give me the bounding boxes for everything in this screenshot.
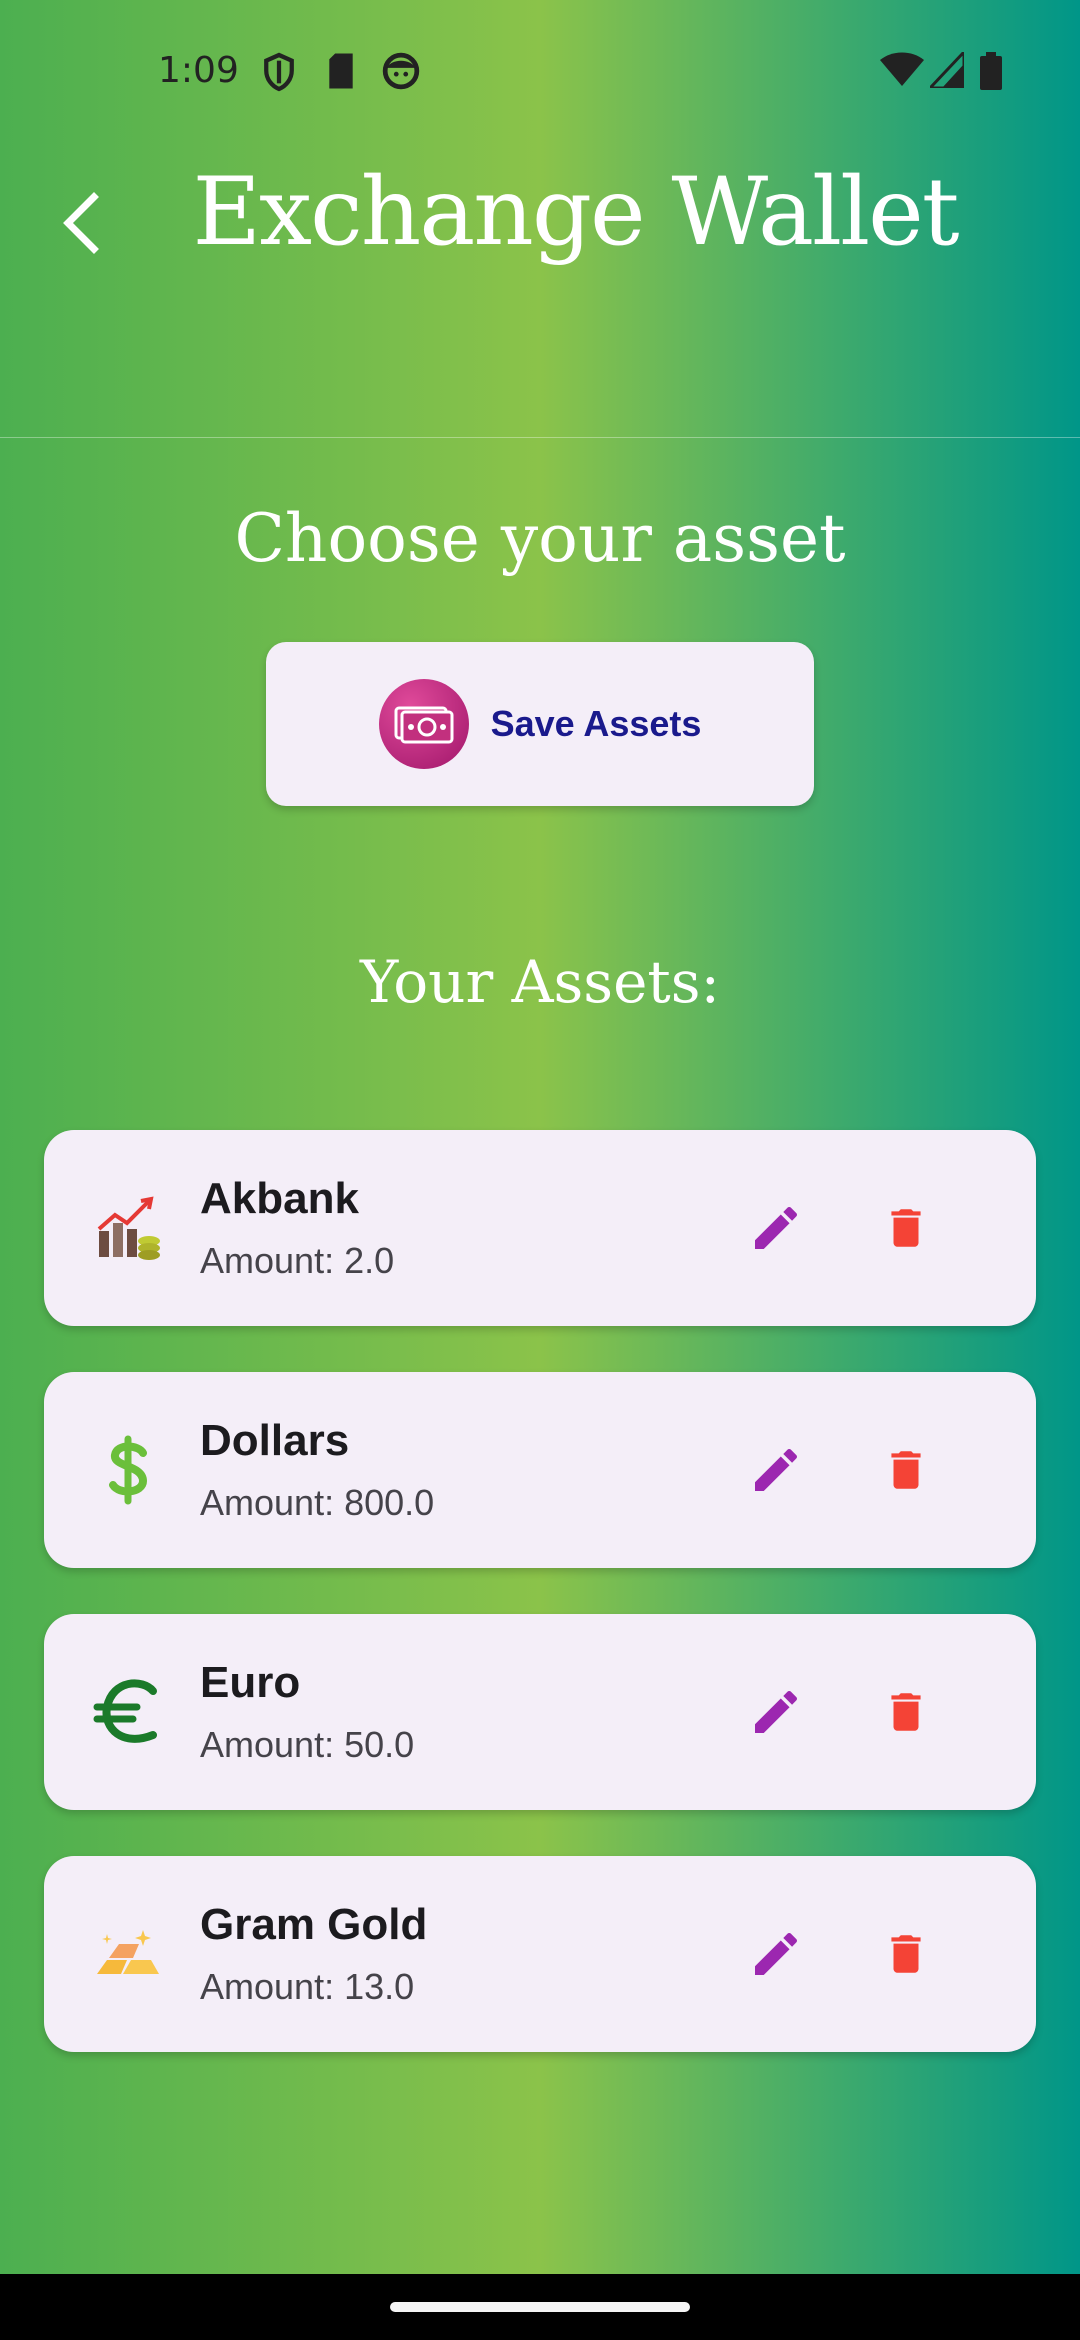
system-nav-bar xyxy=(0,2274,1080,2340)
pencil-icon xyxy=(755,1932,798,1975)
asset-name: Euro xyxy=(200,1658,301,1707)
page-title: Exchange Wallet xyxy=(192,158,959,267)
euro-icon xyxy=(86,1670,170,1754)
asset-amount: Amount: 50.0 xyxy=(200,1724,415,1765)
delete-button[interactable] xyxy=(864,1428,948,1512)
home-gesture-handle[interactable] xyxy=(390,2302,690,2312)
delete-button[interactable] xyxy=(864,1912,948,1996)
status-bar: 1:09 xyxy=(0,0,1080,140)
wifi-icon xyxy=(880,52,924,93)
asset-name: Akbank xyxy=(200,1174,359,1223)
trash-icon xyxy=(891,1451,921,1489)
your-assets-heading: Your Assets: xyxy=(359,948,721,1016)
pencil-icon xyxy=(755,1448,798,1491)
edit-button[interactable] xyxy=(734,1186,818,1270)
pencil-icon xyxy=(755,1690,798,1733)
delete-button[interactable] xyxy=(864,1670,948,1754)
save-assets-label: Save Assets xyxy=(490,703,702,744)
trash-icon xyxy=(891,1209,921,1247)
asset-amount: Amount: 800.0 xyxy=(200,1482,435,1523)
face-icon xyxy=(382,52,420,95)
asset-card[interactable]: Akbank Amount: 2.0 xyxy=(44,1130,1036,1326)
delete-button[interactable] xyxy=(864,1186,948,1270)
stock-chart-icon xyxy=(86,1186,170,1270)
trash-icon xyxy=(891,1693,921,1731)
battery-icon xyxy=(980,52,1002,95)
asset-card[interactable]: Dollars Amount: 800.0 xyxy=(44,1372,1036,1568)
status-time: 1:09 xyxy=(158,50,239,91)
save-assets-button[interactable]: Save Assets xyxy=(266,642,814,806)
dollar-icon xyxy=(86,1428,170,1512)
shield-icon xyxy=(262,52,296,97)
asset-amount: Amount: 13.0 xyxy=(200,1966,415,2007)
asset-card[interactable]: Euro Amount: 50.0 xyxy=(44,1614,1036,1810)
app-bar: Exchange Wallet xyxy=(0,140,1080,438)
trash-icon xyxy=(891,1935,921,1973)
pencil-icon xyxy=(755,1206,798,1249)
signal-icon xyxy=(926,48,966,93)
gold-bars-icon xyxy=(86,1912,170,1996)
money-icon xyxy=(378,679,469,769)
edit-button[interactable] xyxy=(734,1428,818,1512)
choose-asset-heading: Choose your asset xyxy=(234,500,846,577)
asset-name: Dollars xyxy=(200,1416,350,1465)
sd-card-icon xyxy=(326,52,356,95)
edit-button[interactable] xyxy=(734,1912,818,1996)
asset-name: Gram Gold xyxy=(200,1900,428,1949)
asset-amount: Amount: 2.0 xyxy=(200,1240,395,1281)
edit-button[interactable] xyxy=(734,1670,818,1754)
asset-card[interactable]: Gram Gold Amount: 13.0 xyxy=(44,1856,1036,2052)
